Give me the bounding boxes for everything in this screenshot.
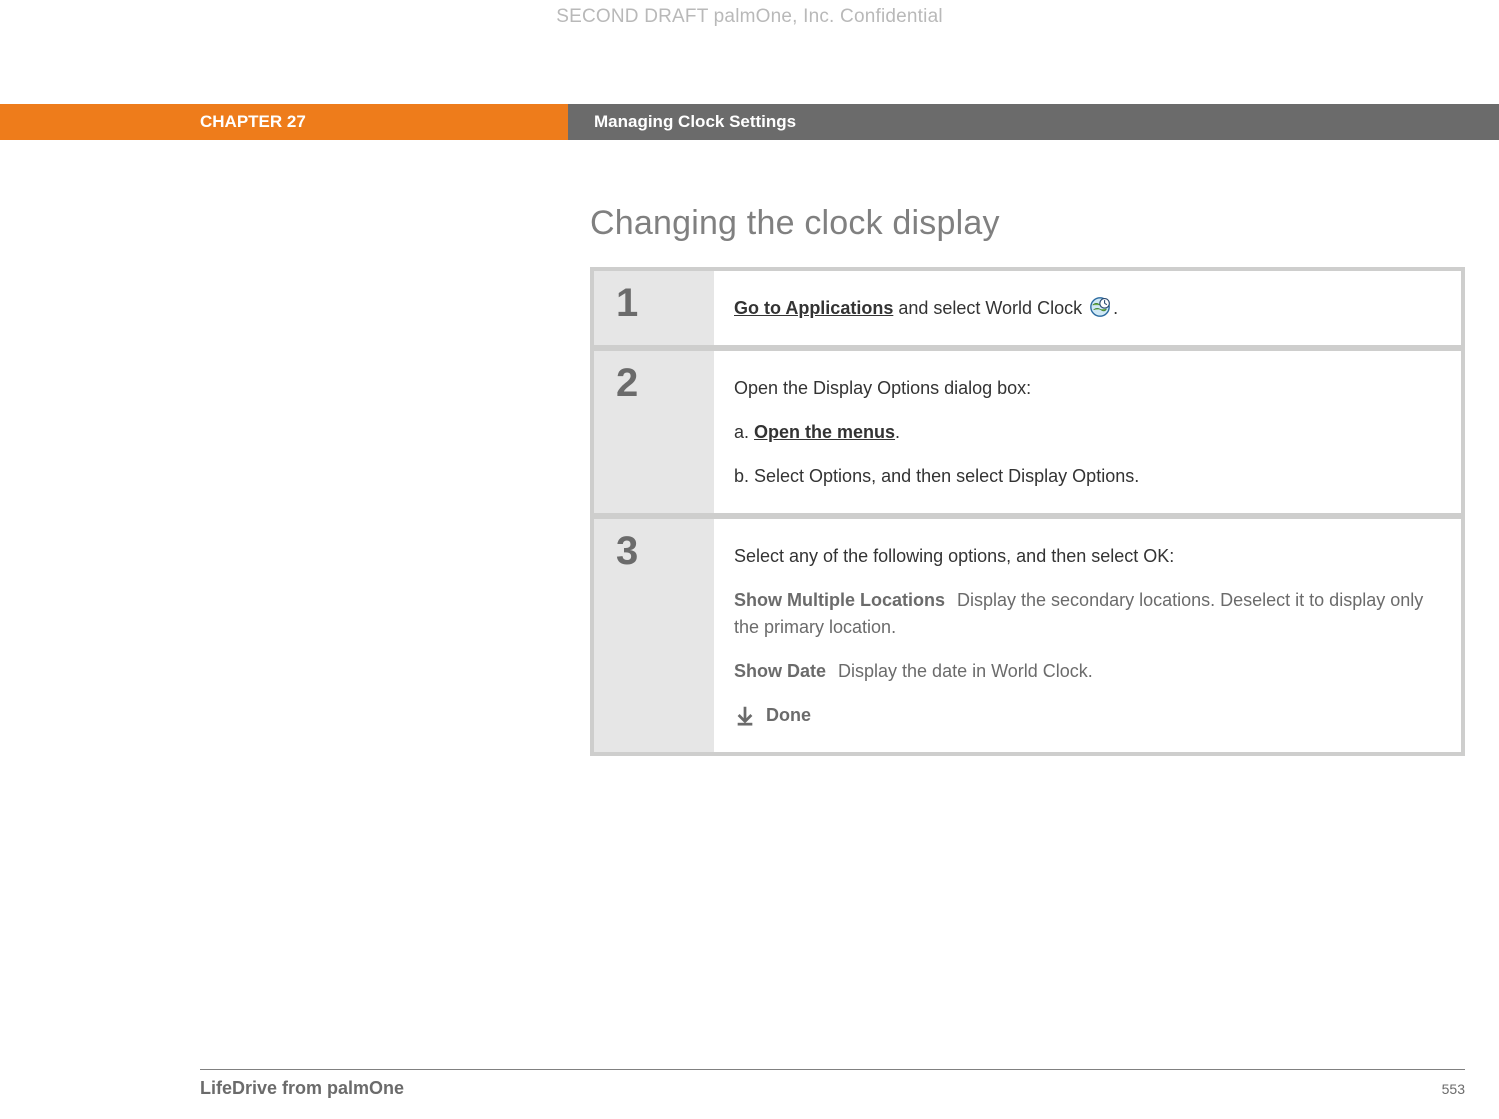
step-1-after-link: and select World Clock	[893, 298, 1087, 318]
step-2-intro: Open the Display Options dialog box:	[734, 375, 1433, 401]
step-1-text: Go to Applications and select World Cloc…	[734, 295, 1433, 321]
sub-a-suffix: .	[895, 422, 900, 442]
chapter-title: Managing Clock Settings	[568, 104, 1499, 140]
step-number: 1	[594, 271, 714, 345]
option-description: Display the date in World Clock.	[838, 661, 1093, 681]
footer-row: LifeDrive from palmOne 553	[200, 1078, 1465, 1099]
footer-page-number: 553	[1442, 1081, 1465, 1097]
document-page: SECOND DRAFT palmOne, Inc. Confidential …	[0, 0, 1499, 1119]
page-footer: LifeDrive from palmOne 553	[200, 1069, 1465, 1099]
option-show-date: Show Date Display the date in World Clock…	[734, 658, 1433, 684]
main-content: Changing the clock display 1 Go to Appli…	[590, 204, 1465, 756]
step-number: 2	[594, 351, 714, 513]
chapter-banner: CHAPTER 27 Managing Clock Settings	[0, 104, 1499, 140]
world-clock-icon	[1089, 296, 1111, 318]
footer-rule	[200, 1069, 1465, 1070]
option-show-multiple-locations: Show Multiple LocationsDisplay the secon…	[734, 587, 1433, 639]
watermark-text: SECOND DRAFT palmOne, Inc. Confidential	[0, 6, 1499, 28]
sub-a-prefix: a.	[734, 422, 754, 442]
step-2-sub-a: a. Open the menus.	[734, 419, 1433, 445]
step-2-sub-b: b. Select Options, and then select Displ…	[734, 463, 1433, 489]
step-body: Select any of the following options, and…	[714, 519, 1461, 751]
chapter-label: CHAPTER 27	[0, 104, 568, 140]
step-1-period: .	[1113, 298, 1118, 318]
steps-container: 1 Go to Applications and select World Cl…	[590, 267, 1465, 756]
option-label: Show Date	[734, 661, 826, 681]
step-body: Go to Applications and select World Cloc…	[714, 271, 1461, 345]
footer-product: LifeDrive from palmOne	[200, 1078, 404, 1099]
step-2: 2 Open the Display Options dialog box: a…	[594, 345, 1461, 513]
done-indicator: Done	[734, 702, 1433, 728]
step-3: 3 Select any of the following options, a…	[594, 513, 1461, 751]
step-number: 3	[594, 519, 714, 751]
done-label: Done	[766, 702, 811, 728]
step-1: 1 Go to Applications and select World Cl…	[594, 271, 1461, 345]
option-label: Show Multiple Locations	[734, 590, 945, 610]
step-body: Open the Display Options dialog box: a. …	[714, 351, 1461, 513]
open-the-menus-link[interactable]: Open the menus	[754, 422, 895, 442]
arrow-down-icon	[734, 704, 756, 726]
go-to-applications-link[interactable]: Go to Applications	[734, 298, 893, 318]
section-heading: Changing the clock display	[590, 204, 1465, 243]
step-3-intro: Select any of the following options, and…	[734, 543, 1433, 569]
